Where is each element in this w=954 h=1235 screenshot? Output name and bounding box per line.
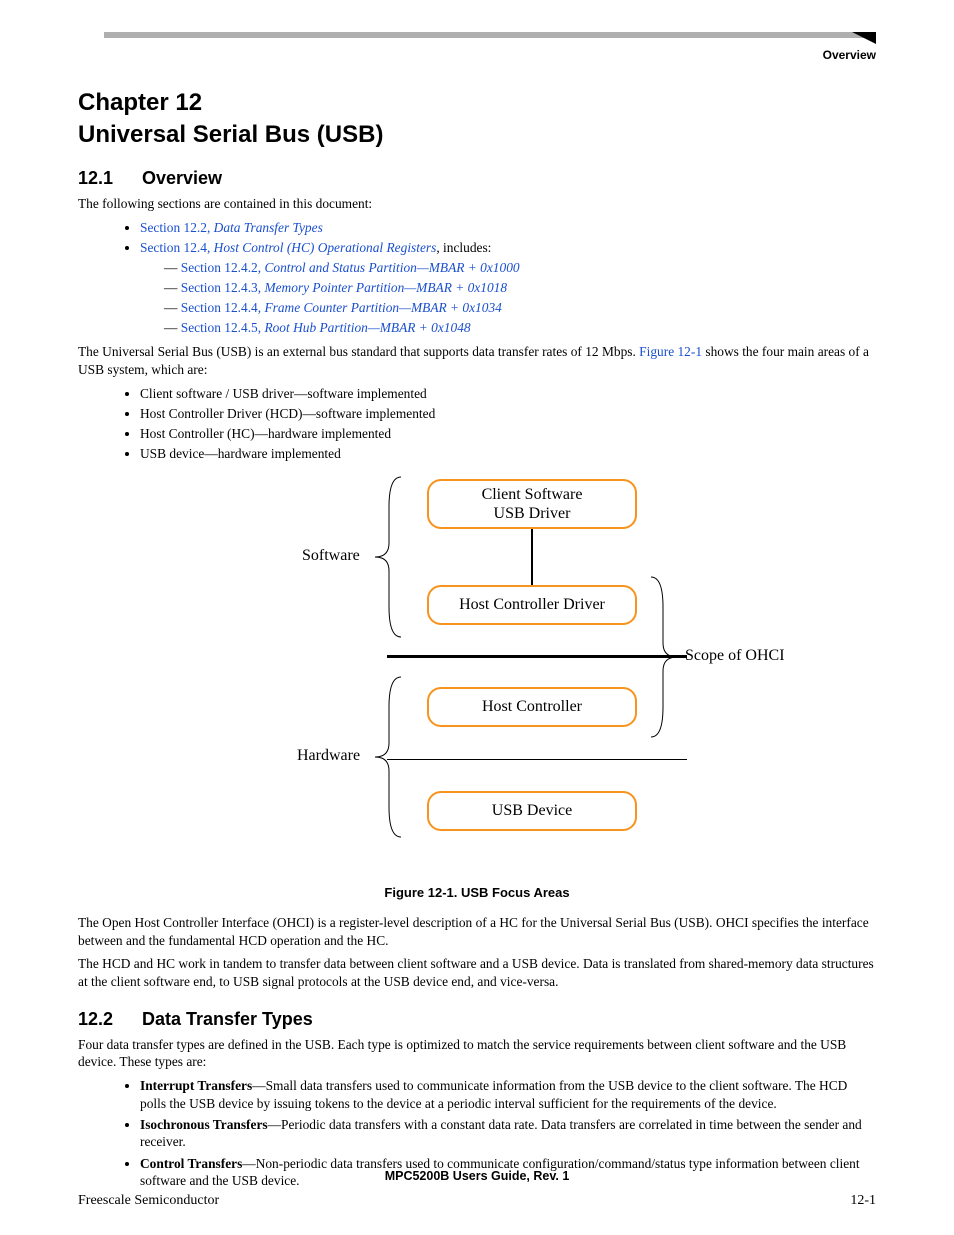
footer-page-number: 12-1 bbox=[850, 1193, 876, 1209]
xref-figure-link[interactable]: Figure 12-1 bbox=[639, 344, 702, 359]
brace-icon bbox=[373, 473, 403, 641]
diagram-box-hcd: Host Controller Driver bbox=[427, 585, 637, 625]
list-item: Client software / USB driver—software im… bbox=[140, 385, 876, 403]
diagram-divider-thin bbox=[387, 759, 687, 760]
transfer-intro: Four data transfer types are defined in … bbox=[78, 1036, 876, 1071]
page: Overview Chapter 12 Universal Serial Bus… bbox=[0, 0, 954, 1235]
brace-icon bbox=[373, 673, 403, 841]
footer-row: Freescale Semiconductor 12-1 bbox=[78, 1193, 876, 1209]
diagram-box-client-software: Client SoftwareUSB Driver bbox=[427, 479, 637, 529]
figure-caption: Figure 12-1. USB Focus Areas bbox=[78, 885, 876, 900]
header-rule bbox=[78, 32, 876, 42]
list-item: Host Controller Driver (HCD)—software im… bbox=[140, 405, 876, 423]
section-title: Overview bbox=[142, 168, 222, 188]
diagram-box-usb-device: USB Device bbox=[427, 791, 637, 831]
toc-subitem: Section 12.4.5, Root Hub Partition—MBAR … bbox=[164, 319, 876, 337]
xref-link[interactable]: Section 12.4.4, Frame Counter Partition—… bbox=[181, 300, 502, 315]
areas-list: Client software / USB driver—software im… bbox=[78, 385, 876, 463]
section-overview-heading: 12.1Overview bbox=[78, 168, 876, 189]
toc-sublist: Section 12.4.2, Control and Status Parti… bbox=[140, 259, 876, 337]
xref-link[interactable]: Section 12.2, Data Transfer Types bbox=[140, 220, 323, 235]
list-item: USB device—hardware implemented bbox=[140, 445, 876, 463]
section-title: Data Transfer Types bbox=[142, 1009, 313, 1029]
header-corner-label: Overview bbox=[78, 48, 876, 62]
diagram-label-software: Software bbox=[302, 547, 360, 565]
section-transfer-heading: 12.2Data Transfer Types bbox=[78, 1009, 876, 1030]
chapter-title: Universal Serial Bus (USB) bbox=[78, 120, 876, 150]
list-item: Interrupt Transfers—Small data transfers… bbox=[140, 1077, 876, 1112]
xref-link[interactable]: Section 12.4.5, Root Hub Partition—MBAR … bbox=[181, 320, 471, 335]
list-item: Host Controller (HC)—hardware implemente… bbox=[140, 425, 876, 443]
footer-doc-title: MPC5200B Users Guide, Rev. 1 bbox=[0, 1169, 954, 1183]
toc-item: Section 12.2, Data Transfer Types bbox=[140, 219, 876, 237]
diagram-label-hardware: Hardware bbox=[297, 747, 360, 765]
footer-company: Freescale Semiconductor bbox=[78, 1193, 219, 1209]
xref-link[interactable]: Section 12.4.2, Control and Status Parti… bbox=[181, 260, 520, 275]
diagram-divider-thick bbox=[387, 655, 687, 658]
section-num: 12.1 bbox=[78, 168, 142, 189]
xref-link[interactable]: Section 12.4.3, Memory Pointer Partition… bbox=[181, 280, 507, 295]
toc-list: Section 12.2, Data Transfer Types Sectio… bbox=[78, 219, 876, 338]
brace-icon bbox=[649, 573, 679, 741]
toc-item: Section 12.4, Host Control (HC) Operatio… bbox=[140, 239, 876, 337]
toc-subitem: Section 12.4.3, Memory Pointer Partition… bbox=[164, 279, 876, 297]
overview-para-hcd: The HCD and HC work in tandem to transfe… bbox=[78, 955, 876, 990]
section-num: 12.2 bbox=[78, 1009, 142, 1030]
figure-usb-focus-areas: Client SoftwareUSB Driver Host Controlle… bbox=[167, 473, 787, 873]
diagram-connector bbox=[531, 529, 533, 585]
toc-subitem: Section 12.4.4, Frame Counter Partition—… bbox=[164, 299, 876, 317]
list-item: Isochronous Transfers—Periodic data tran… bbox=[140, 1116, 876, 1151]
diagram-box-hc: Host Controller bbox=[427, 687, 637, 727]
overview-intro: The following sections are contained in … bbox=[78, 195, 876, 213]
overview-para-usb: The Universal Serial Bus (USB) is an ext… bbox=[78, 343, 876, 378]
toc-subitem: Section 12.4.2, Control and Status Parti… bbox=[164, 259, 876, 277]
xref-link[interactable]: Section 12.4, Host Control (HC) Operatio… bbox=[140, 240, 436, 255]
chapter-number: Chapter 12 bbox=[78, 88, 876, 118]
diagram-label-scope: Scope of OHCI bbox=[685, 647, 785, 665]
overview-para-ohci: The Open Host Controller Interface (OHCI… bbox=[78, 914, 876, 949]
